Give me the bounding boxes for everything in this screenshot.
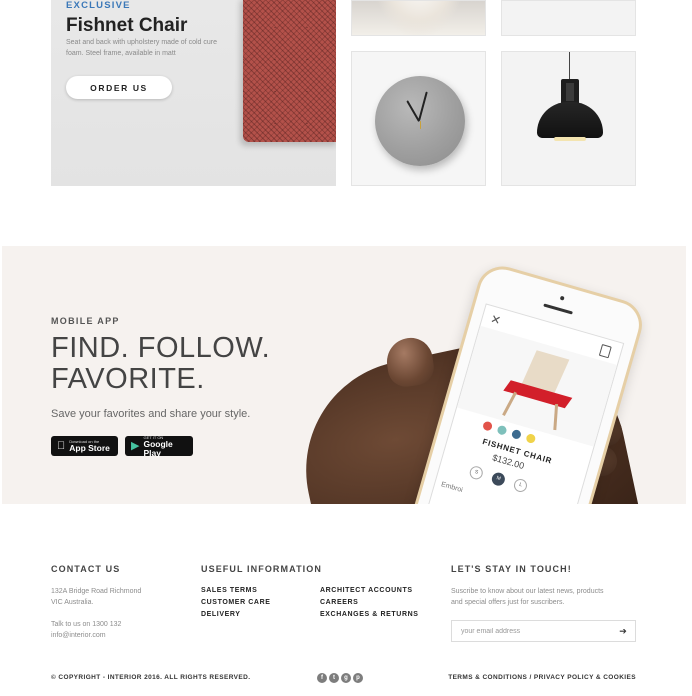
copyright-text: © COPYRIGHT - INTERIOR 2016. ALL RIGHTS … [51, 674, 251, 681]
color-swatch[interactable] [482, 420, 494, 432]
size-option[interactable]: S [468, 464, 485, 481]
link-delivery[interactable]: DELIVERY [201, 611, 241, 618]
app-headline: FIND. FOLLOW. FAVORITE. [51, 333, 270, 395]
shopping-bag-icon [598, 344, 612, 359]
chair-leg [502, 391, 517, 416]
contact-email[interactable]: info@interior.com [51, 630, 121, 641]
newsletter-text-line2: and special offers just for suscribers. [451, 599, 565, 606]
fishnet-chair-image [243, 0, 336, 142]
wall-clock-image [375, 76, 465, 166]
contact-address: 132A Bridge Road Richmond VIC Australia. [51, 586, 141, 608]
contact-phone: Talk to us on 1300 132 [51, 621, 122, 628]
pinterest-icon[interactable]: p [353, 673, 363, 683]
contact-details: Talk to us on 1300 132 info@interior.com [51, 619, 121, 641]
size-option[interactable]: L [512, 477, 529, 494]
google-plus-icon[interactable]: g [341, 673, 351, 683]
product-tile-lamp[interactable] [351, 0, 486, 36]
pendant-light [554, 137, 586, 141]
mobile-app-section: MOBILE APP FIND. FOLLOW. FAVORITE. Save … [2, 246, 686, 504]
app-store-big: App Store [61, 443, 110, 453]
legal-links: TERMS & CONDITIONS / PRIVACY POLICY & CO… [448, 674, 636, 681]
order-us-button[interactable]: ORDER US [66, 76, 172, 99]
link-architect-accounts[interactable]: ARCHITECT ACCOUNTS [320, 587, 413, 594]
newsletter-heading: LET'S STAY IN TOUCH! [451, 564, 572, 574]
chair-leg [553, 403, 559, 431]
newsletter-text-line1: Suscribe to know about our latest news, … [451, 588, 604, 595]
google-play-big: Google Play [143, 438, 173, 458]
pendant-lamp-image [537, 102, 603, 138]
featured-description: Seat and back with upholstery made of co… [66, 39, 217, 57]
size-option[interactable]: M [490, 471, 507, 488]
color-swatch[interactable] [496, 424, 508, 436]
featured-eyebrow: EXCLUSIVE [66, 0, 131, 11]
link-customer-care[interactable]: CUSTOMER CARE [201, 599, 271, 606]
color-swatch[interactable] [525, 432, 537, 445]
email-input[interactable] [452, 621, 612, 641]
apple-icon:  [57, 440, 65, 452]
app-eyebrow: MOBILE APP [51, 316, 120, 326]
twitter-icon[interactable]: t [329, 673, 339, 683]
address-line2: VIC Australia. [51, 599, 94, 606]
facebook-icon[interactable]: f [317, 673, 327, 683]
useful-info-heading: USEFUL INFORMATION [201, 564, 322, 574]
close-icon: ✕ [488, 311, 503, 328]
legal-separator: / [529, 674, 532, 681]
product-tile-pendant-lamp[interactable] [501, 51, 636, 186]
app-headline-line2: FAVORITE. [51, 363, 205, 395]
app-store-button[interactable]:  Download on the App Store [51, 436, 118, 456]
product-tile-top-right[interactable] [501, 0, 636, 36]
newsletter-form: ➔ [451, 620, 636, 642]
address-line1: 132A Bridge Road Richmond [51, 588, 142, 595]
link-careers[interactable]: CAREERS [320, 599, 358, 606]
phone-speaker [543, 303, 573, 315]
phone-screen: ✕ FISHNET CHAIR $132.00 SML Embroi [419, 303, 625, 504]
app-store-text: Download on the App Store [69, 439, 110, 453]
phone-camera [559, 295, 565, 301]
clock-minute-hand [418, 91, 428, 121]
submit-arrow-icon[interactable]: ➔ [611, 621, 635, 641]
color-swatch[interactable] [510, 428, 522, 440]
social-links: ftgp [317, 673, 363, 683]
featured-title: Fishnet Chair [66, 15, 188, 36]
contact-heading: CONTACT US [51, 564, 121, 574]
phone-partial-label: Embroi [440, 481, 464, 495]
link-terms-conditions[interactable]: TERMS & CONDITIONS [448, 674, 527, 681]
app-subtitle: Save your favorites and share your style… [51, 408, 251, 420]
play-icon: ▶ [131, 439, 140, 452]
link-sales-terms[interactable]: SALES TERMS [201, 587, 257, 594]
link-exchanges-returns[interactable]: EXCHANGES & RETURNS [320, 611, 419, 618]
google-play-text: GET IT ON Google Play [143, 435, 187, 458]
clock-second-hand [420, 121, 421, 129]
product-tile-clock[interactable] [351, 51, 486, 186]
featured-product-card: EXCLUSIVE Fishnet Chair Seat and back wi… [51, 0, 336, 186]
newsletter-text: Suscribe to know about our latest news, … [451, 586, 641, 608]
app-headline-line1: FIND. FOLLOW. [51, 332, 271, 364]
link-privacy-policy[interactable]: PRIVACY POLICY & COOKIES [534, 674, 636, 681]
google-play-button[interactable]: ▶ GET IT ON Google Play [125, 435, 193, 458]
lamp-image [373, 1, 464, 35]
pendant-wire [569, 52, 570, 80]
